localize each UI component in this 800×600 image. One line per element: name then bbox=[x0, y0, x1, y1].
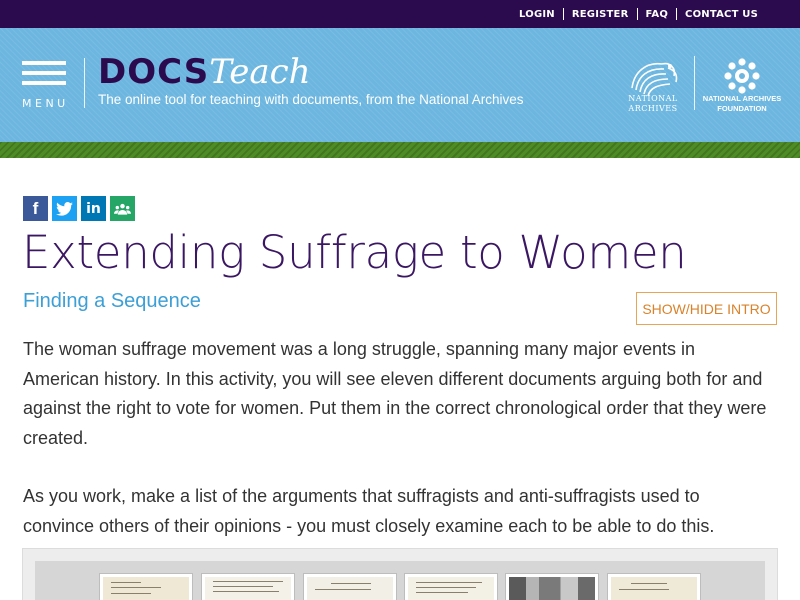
activity-intro: The woman suffrage movement was a long s… bbox=[23, 335, 773, 541]
intro-paragraph: The woman suffrage movement was a long s… bbox=[23, 339, 767, 448]
site-header: MENU DOCS Teach The online tool for teach… bbox=[0, 28, 800, 142]
twitter-icon[interactable] bbox=[52, 196, 77, 221]
hamburger-icon bbox=[22, 61, 66, 65]
linkedin-icon[interactable]: in bbox=[81, 196, 106, 221]
social-share-bar: f in bbox=[23, 196, 135, 221]
menu-label: MENU bbox=[22, 97, 69, 110]
document-thumbnail[interactable] bbox=[99, 573, 193, 600]
header-stripe bbox=[0, 142, 800, 158]
intro-paragraph: As you work, make a list of the argument… bbox=[23, 486, 715, 536]
hamburger-icon bbox=[22, 71, 66, 75]
header-logo-divider bbox=[694, 56, 695, 110]
nav-divider bbox=[636, 8, 638, 20]
hamburger-icon bbox=[22, 81, 66, 85]
activity-type: Finding a Sequence bbox=[23, 290, 201, 312]
document-image bbox=[205, 577, 291, 600]
facebook-icon[interactable]: f bbox=[23, 196, 48, 221]
national-archives-foundation-star-icon[interactable] bbox=[722, 56, 762, 96]
document-thumbnail[interactable] bbox=[303, 573, 397, 600]
logo-docs-text: DOCS bbox=[98, 52, 210, 92]
document-thumbnail[interactable] bbox=[404, 573, 498, 600]
document-image bbox=[307, 577, 393, 600]
national-archives-logo-text: NATIONAL ARCHIVES bbox=[628, 94, 678, 113]
document-image bbox=[408, 577, 494, 600]
site-tagline: The online tool for teaching with docume… bbox=[98, 92, 524, 107]
nav-divider bbox=[562, 8, 564, 20]
photo-thumbnail[interactable] bbox=[505, 573, 599, 600]
register-link[interactable]: REGISTER bbox=[572, 9, 629, 20]
login-link[interactable]: LOGIN bbox=[519, 9, 555, 20]
nav-divider bbox=[676, 8, 678, 20]
logo-teach-text: Teach bbox=[209, 52, 311, 92]
docsteach-logo[interactable]: DOCS Teach bbox=[98, 52, 311, 92]
page-title: Extending Suffrage to Women bbox=[22, 226, 687, 279]
document-image bbox=[103, 577, 189, 600]
menu-button[interactable]: MENU bbox=[22, 61, 69, 110]
document-thumbnail[interactable] bbox=[607, 573, 701, 600]
account-nav: LOGIN REGISTER FAQ CONTACT US bbox=[519, 0, 758, 28]
national-archives-foundation-logo-text: NATIONAL ARCHIVES FOUNDATION bbox=[702, 94, 782, 113]
google-classroom-icon[interactable] bbox=[110, 196, 135, 221]
show-hide-intro-button[interactable]: SHOW/HIDE INTRO bbox=[636, 292, 777, 325]
top-utility-bar: LOGIN REGISTER FAQ CONTACT US bbox=[0, 0, 800, 28]
header-divider bbox=[84, 58, 85, 108]
document-image bbox=[611, 577, 697, 600]
photo-image bbox=[509, 577, 595, 600]
document-thumbnail[interactable] bbox=[201, 573, 295, 600]
contact-us-link[interactable]: CONTACT US bbox=[685, 9, 758, 20]
faq-link[interactable]: FAQ bbox=[646, 9, 669, 20]
